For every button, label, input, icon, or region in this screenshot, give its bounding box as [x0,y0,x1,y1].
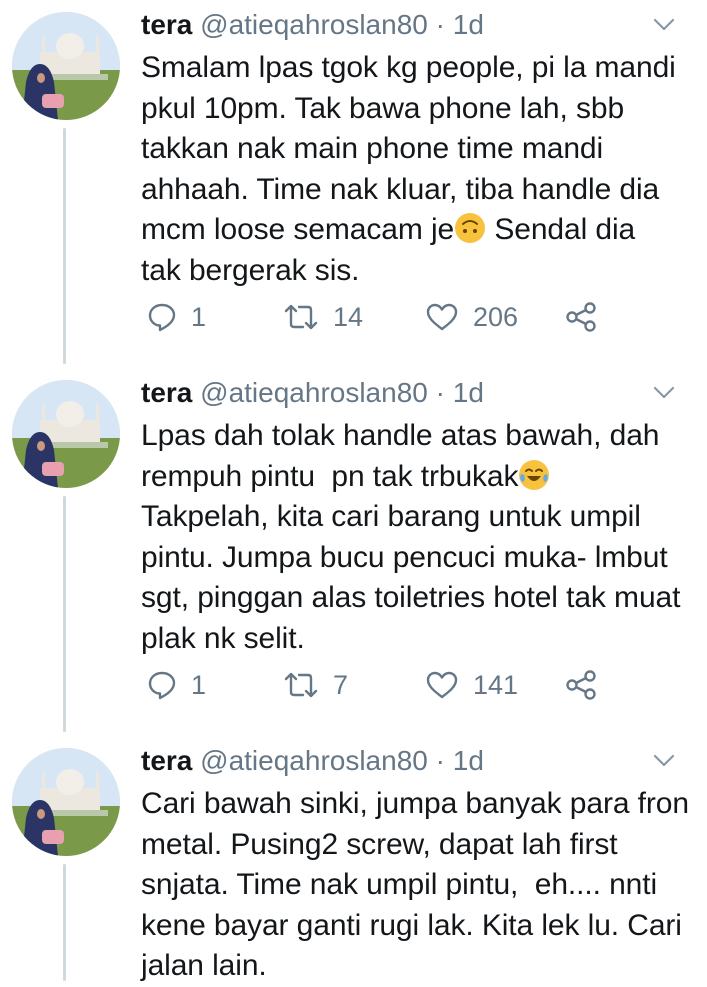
tweet-actions: 1 14 206 [141,297,661,337]
author-handle[interactable]: @atieqahroslan80 [200,745,428,776]
reply-button[interactable]: 1 [147,297,206,337]
share-button[interactable] [565,297,613,337]
tweet-text: Cari bawah sinki, jumpa banyak para fron… [141,784,689,987]
retweet-count: 14 [333,301,364,332]
share-icon [566,302,596,332]
chevron-down-icon[interactable] [653,18,675,32]
separator-dot: · [435,377,445,408]
tweet-text-part: Cari bawah sinki, jumpa banyak para fron… [141,787,689,982]
chevron-down-icon[interactable] [653,754,675,768]
tweet-text: Lpas dah tolak handle atas bawah, dah re… [141,416,689,659]
tweet-text: Smalam lpas tgok kg people, pi la mandi … [141,48,689,291]
avatar[interactable] [12,380,120,488]
retweet-button[interactable]: 14 [283,297,363,337]
author-handle[interactable]: @atieqahroslan80 [200,377,428,408]
author-name[interactable]: tera [141,9,192,40]
tweet-text-part: Lpas dah tolak handle atas bawah, dah re… [141,419,660,493]
tweet-actions: 1 7 141 [141,665,661,705]
avatar[interactable] [12,12,120,120]
heart-icon [426,671,458,699]
reply-count: 1 [191,301,207,332]
like-button[interactable]: 141 [425,665,518,705]
thread-line [63,864,66,981]
heart-icon [426,303,458,331]
upside-down-face-emoji [455,213,486,243]
reply-count: 1 [191,669,207,700]
avatar-image [12,380,120,488]
reply-icon [148,303,176,332]
thread-line [63,128,66,364]
separator-dot: · [435,9,445,40]
retweet-icon [284,304,318,330]
timestamp[interactable]: 1d [453,745,484,776]
retweet-icon [284,672,318,698]
reply-button[interactable]: 1 [147,665,206,705]
like-button[interactable]: 206 [425,297,518,337]
avatar[interactable] [12,748,120,856]
tears-of-joy-emoji [519,459,550,490]
timestamp[interactable]: 1d [453,9,484,40]
share-icon [566,670,596,700]
author-name[interactable]: tera [141,377,192,408]
avatar-image [12,748,120,856]
timestamp[interactable]: 1d [453,377,484,408]
avatar-image [12,12,120,120]
thread-line [63,496,66,732]
tweet-text-part: Takpelah, kita cari barang untuk umpil p… [141,500,681,655]
share-button[interactable] [565,665,613,705]
like-count: 206 [473,301,519,332]
like-count: 141 [473,669,519,700]
chevron-down-icon[interactable] [653,386,675,400]
separator-dot: · [435,745,445,776]
retweet-button[interactable]: 7 [283,665,348,705]
reply-icon [148,671,176,700]
retweet-count: 7 [333,669,349,700]
author-name[interactable]: tera [141,745,192,776]
author-handle[interactable]: @atieqahroslan80 [200,9,428,40]
